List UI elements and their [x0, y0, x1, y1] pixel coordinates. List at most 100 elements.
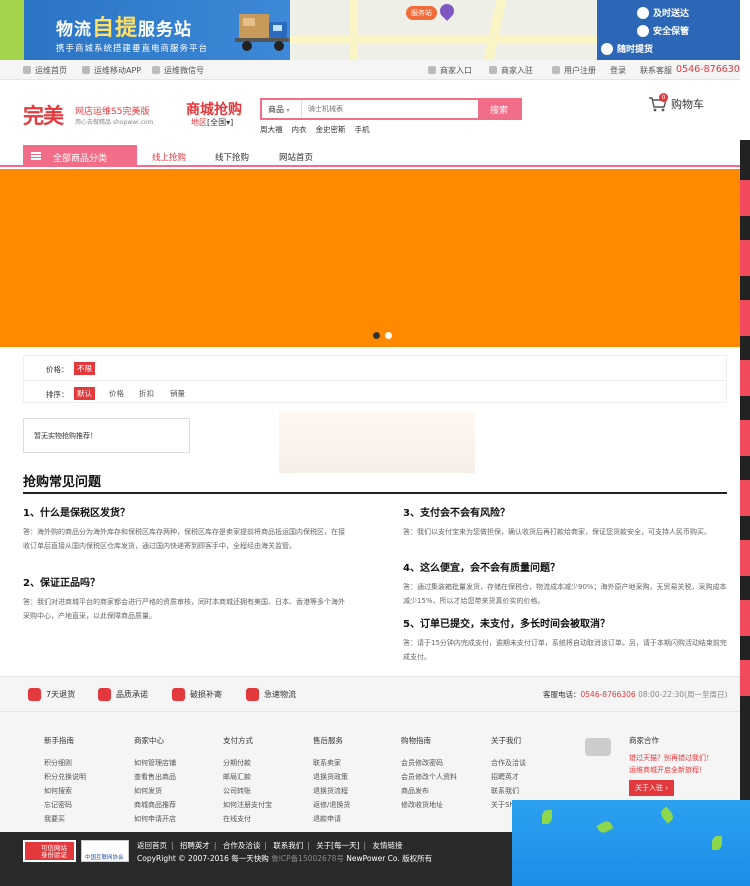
topbar-support[interactable]: 联系客服: [640, 65, 672, 76]
topbar-home-link[interactable]: 运维首页: [23, 65, 67, 76]
hot-word[interactable]: 金史密斯: [316, 124, 346, 135]
hero-slider[interactable]: [0, 169, 740, 347]
footer-column: 新手指南 积分细则 积分兑换说明 如何搜索 忘记密码 我要买: [44, 734, 86, 826]
footer-link[interactable]: 积分兑换说明: [44, 770, 86, 784]
hot-word[interactable]: 周大福: [260, 124, 283, 135]
all-categories-button[interactable]: 全部商品分类: [23, 145, 137, 167]
topbar-merchant-join[interactable]: 商家入驻: [489, 65, 533, 76]
sort-price[interactable]: 价格: [106, 387, 127, 400]
service-item: 破损补寄: [172, 688, 222, 701]
slider-dot[interactable]: [385, 332, 392, 339]
footer-link[interactable]: 修改收货地址: [401, 798, 457, 812]
side-toolbar-tab[interactable]: [740, 660, 750, 696]
side-toolbar-tab[interactable]: [740, 480, 750, 516]
trusted-site-badge[interactable]: 可信网站 身份验证: [23, 840, 76, 862]
bottom-link[interactable]: 联系我们: [273, 841, 303, 850]
topbar-login[interactable]: 登录: [610, 65, 626, 76]
footer-link[interactable]: 我要买: [44, 812, 86, 826]
site-logo[interactable]: 完美: [23, 100, 64, 130]
footer-link[interactable]: 邮局汇款: [223, 770, 272, 784]
home-icon: [23, 66, 31, 74]
footer-link[interactable]: 退款申请: [313, 812, 350, 826]
footer-link[interactable]: 如何注册支付宝: [223, 798, 272, 812]
footer-link[interactable]: 查看售出商品: [134, 770, 176, 784]
footer-link[interactable]: 联系卖家: [313, 756, 350, 770]
cart-label: 购物车: [671, 98, 704, 111]
sort-default[interactable]: 默认: [74, 387, 95, 400]
footer-link[interactable]: 积分细则: [44, 756, 86, 770]
page-edge: [740, 0, 750, 140]
hot-search-words: 周大福 内衣 金史密斯 手机: [260, 124, 370, 135]
bottom-link[interactable]: 合作及洽谈: [223, 841, 261, 850]
footer-link[interactable]: 合作及洽谈: [491, 756, 526, 770]
footer-link[interactable]: 如何发货: [134, 784, 176, 798]
nav-online-flash[interactable]: 线上抢购: [152, 151, 186, 163]
faq-question: 2、保证正品吗？: [23, 578, 100, 589]
footer-link[interactable]: 会员修改密码: [401, 756, 457, 770]
handshake-icon: [585, 738, 611, 756]
bottom-link[interactable]: 返回首页: [137, 841, 167, 850]
hot-word[interactable]: 内衣: [292, 124, 307, 135]
footer-link[interactable]: 商城商品推荐: [134, 798, 176, 812]
footer-link[interactable]: 退换货政策: [313, 770, 350, 784]
cart-button[interactable]: 0 购物车: [648, 93, 704, 112]
footer-link[interactable]: 返修/退换货: [313, 798, 350, 812]
faq-title: 抢购常见问题: [23, 475, 102, 490]
merchant-join-button[interactable]: 关于入驻 ›: [629, 780, 675, 796]
search-button[interactable]: 搜索: [478, 100, 520, 118]
store-icon: [428, 66, 436, 74]
faq-question: 5、订单已提交，未支付，多长时间会被取消？: [403, 619, 610, 630]
faq-question: 4、这么便宜，会不会有质量问题？: [403, 563, 560, 574]
footer-link[interactable]: 如何申请开店: [134, 812, 176, 826]
clock-icon: [637, 6, 649, 19]
footer-link[interactable]: 会员修改个人资料: [401, 770, 457, 784]
footer-link[interactable]: 公司转账: [223, 784, 272, 798]
footer-link[interactable]: 如何管理店铺: [134, 756, 176, 770]
filter-panel: 价格： 不限 排序： 默认 价格 折扣 销量: [23, 355, 727, 403]
popup-ad[interactable]: [512, 800, 750, 886]
side-toolbar-tab[interactable]: [740, 360, 750, 396]
side-toolbar-tab[interactable]: [740, 600, 750, 636]
side-toolbar-tab[interactable]: [740, 240, 750, 276]
side-toolbar-tab[interactable]: [740, 540, 750, 576]
sort-sales[interactable]: 销量: [167, 387, 188, 400]
footer-link[interactable]: 商品发布: [401, 784, 457, 798]
topbar-app-link[interactable]: 运维移动APP: [82, 65, 141, 76]
leaf-icon: [712, 836, 722, 850]
footer-link[interactable]: 联系我们: [491, 784, 526, 798]
search-input[interactable]: [306, 100, 476, 118]
nav-home[interactable]: 网站首页: [279, 151, 313, 163]
topbar-merchant-entry[interactable]: 商家入口: [428, 65, 472, 76]
region-selector[interactable]: 地区[全国▾]: [191, 117, 233, 128]
side-toolbar-tab[interactable]: [740, 180, 750, 216]
bottom-link[interactable]: 招聘英才: [180, 841, 210, 850]
sort-discount[interactable]: 折扣: [136, 387, 157, 400]
mall-title: 商城抢购: [186, 102, 242, 118]
topbar-wechat-link[interactable]: 运维微信号: [152, 65, 204, 76]
nav-offline-flash[interactable]: 线下抢购: [215, 151, 249, 163]
leaf-icon: [596, 819, 614, 835]
footer-link[interactable]: 分期付款: [223, 756, 272, 770]
footer-link[interactable]: 招聘英才: [491, 770, 526, 784]
umbrella-icon: [172, 688, 185, 701]
hot-word[interactable]: 手机: [355, 124, 370, 135]
side-toolbar-tab[interactable]: [740, 300, 750, 336]
search-category-select[interactable]: 商品 ▾: [262, 100, 302, 118]
footer-link[interactable]: 忘记密码: [44, 798, 86, 812]
banner-subtitle: 携手商城系统搭建垂直电商服务平台: [56, 44, 209, 54]
bottom-link[interactable]: 关于[每一天]: [316, 841, 359, 850]
footer-link[interactable]: 退换货流程: [313, 784, 350, 798]
price-option-any[interactable]: 不限: [74, 362, 95, 375]
slider-dot-active[interactable]: [373, 332, 380, 339]
footer-link[interactable]: 在线支付: [223, 812, 272, 826]
bottom-link[interactable]: 友情链接: [372, 841, 402, 850]
footer-link[interactable]: 如何搜索: [44, 784, 86, 798]
internet-society-badge[interactable]: 中国互联网协会: [81, 840, 129, 862]
side-toolbar-tab[interactable]: [740, 420, 750, 456]
banner-title: 物流自提服务站: [56, 15, 193, 41]
top-promo-banner[interactable]: 物流自提服务站 携手商城系统搭建垂直电商服务平台 服务站 及时送达 安全保管 随…: [0, 0, 750, 60]
topbar-register[interactable]: 用户注册: [552, 65, 596, 76]
user-icon: [552, 66, 560, 74]
mobile-icon: [82, 66, 90, 74]
map-pin-icon: [437, 1, 457, 21]
